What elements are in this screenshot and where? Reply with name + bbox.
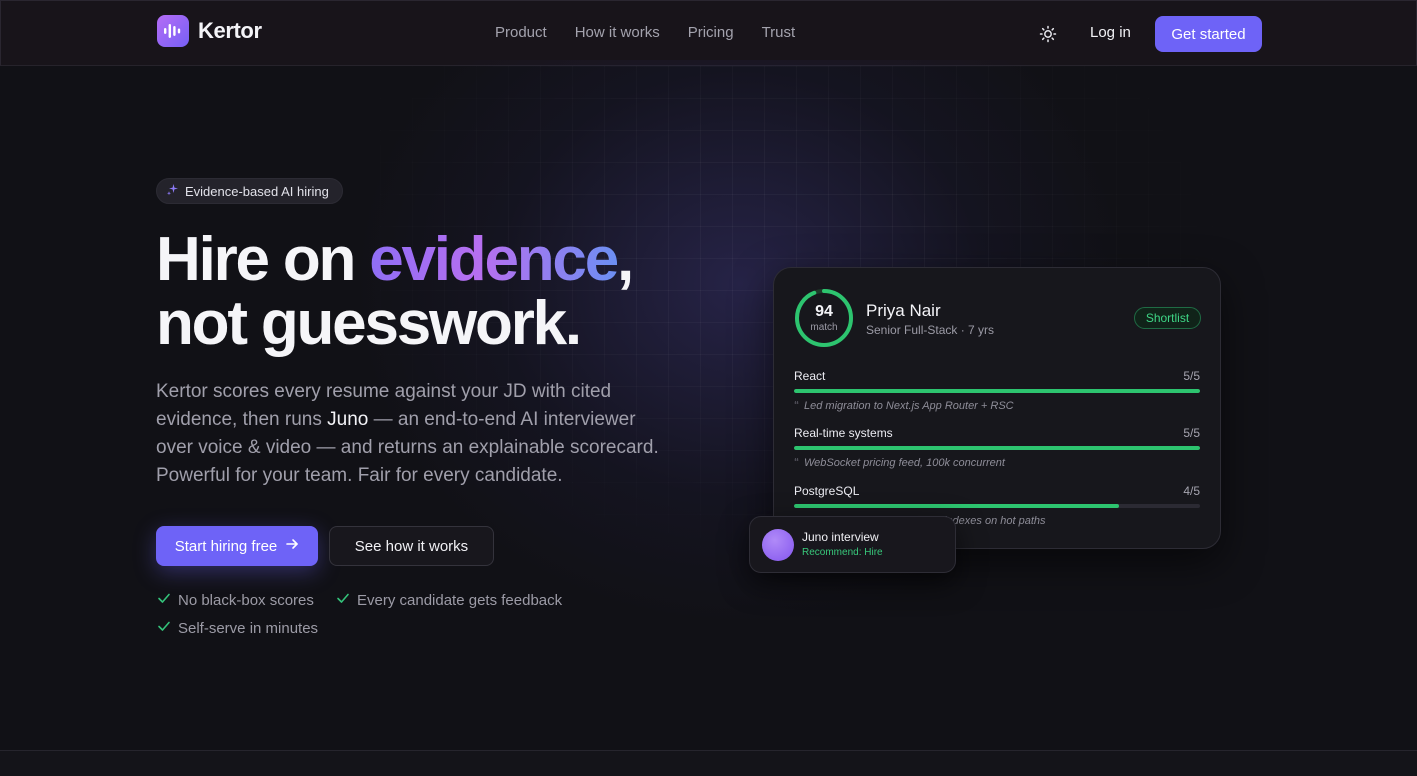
match-label: match — [810, 322, 838, 333]
top-nav: Kertor Product How it works Pricing Trus… — [0, 0, 1417, 66]
nav-link-how-it-works[interactable]: How it works — [575, 23, 660, 43]
feature-check-label: No black-box scores — [178, 591, 314, 609]
skill-bar — [794, 504, 1200, 508]
hero-description: Kertor scores every resume against your … — [156, 378, 676, 490]
main-nav: Product How it works Pricing Trust — [495, 23, 795, 43]
see-how-it-works-button[interactable]: See how it works — [329, 526, 494, 566]
nav-link-product[interactable]: Product — [495, 23, 547, 43]
headline-highlight: evidence — [369, 225, 619, 294]
skill-row: Real-time systems 5/5 “ WebSocket pricin… — [794, 425, 1200, 470]
audio-bars-icon — [157, 15, 189, 47]
feature-check: Every candidate gets feedback — [336, 591, 562, 609]
sparkle-icon — [166, 183, 179, 199]
skill-score: 5/5 — [1183, 369, 1200, 383]
check-icon — [157, 619, 171, 637]
hero-badge-label: Evidence-based AI hiring — [185, 183, 329, 199]
start-hiring-button[interactable]: Start hiring free — [156, 526, 318, 566]
skill-name: React — [794, 369, 826, 383]
brand-logo[interactable]: Kertor — [157, 15, 262, 47]
nav-link-trust[interactable]: Trust — [762, 23, 796, 43]
avatar — [762, 529, 794, 561]
arrow-right-icon — [285, 537, 299, 555]
feature-check: Self-serve in minutes — [157, 619, 318, 637]
sun-icon[interactable] — [1037, 23, 1059, 45]
skill-evidence: “ WebSocket pricing feed, 100k concurren… — [794, 456, 1200, 470]
candidate-role: Senior Full-Stack · 7 yrs — [866, 323, 995, 337]
skill-name: PostgreSQL — [794, 484, 860, 498]
check-icon — [336, 591, 350, 609]
headline-line2: not guesswork. — [156, 289, 582, 358]
feature-check-label: Every candidate gets feedback — [357, 591, 563, 609]
skill-name: Real-time systems — [794, 426, 893, 440]
login-link[interactable]: Log in — [1090, 23, 1131, 43]
skill-bar — [794, 389, 1200, 393]
landing-page: Kertor Product How it works Pricing Trus… — [0, 0, 1417, 776]
candidate-name: Priya Nair — [866, 301, 941, 320]
candidate-scorecard: 94 match Priya Nair Senior Full-Stack · … — [773, 267, 1221, 549]
evidence-text: WebSocket pricing feed, 100k concurrent — [804, 457, 1005, 469]
check-icon — [157, 591, 171, 609]
lede-juno: Juno — [327, 409, 369, 430]
skill-bar-fill — [794, 504, 1119, 508]
evidence-text: Led migration to Next.js App Router + RS… — [804, 400, 1014, 412]
status-badge[interactable]: Shortlist — [1134, 307, 1201, 329]
skill-evidence: “ Led migration to Next.js App Router + … — [794, 399, 1200, 413]
hero-badge: Evidence-based AI hiring — [156, 178, 343, 204]
headline-part1: Hire on — [156, 225, 370, 294]
skill-bar — [794, 446, 1200, 450]
juno-interview-card[interactable]: Juno interview Recommend: Hire — [749, 516, 956, 573]
skill-row: React 5/5 “ Led migration to Next.js App… — [794, 368, 1200, 413]
get-started-button[interactable]: Get started — [1155, 16, 1262, 52]
juno-recommendation: Recommend: Hire — [802, 547, 883, 558]
quote-icon: “ — [794, 457, 799, 468]
match-score: 94 — [815, 303, 833, 320]
quote-icon: “ — [794, 400, 799, 411]
start-hiring-label: Start hiring free — [174, 537, 278, 555]
hero-headline: Hire on evidence, not guesswork. — [156, 225, 634, 358]
skill-bar-fill — [794, 446, 1200, 450]
skill-score: 4/5 — [1183, 484, 1200, 498]
feature-check: No black-box scores — [157, 591, 314, 609]
next-section-edge — [0, 750, 1417, 776]
skill-bar-fill — [794, 389, 1200, 393]
nav-link-pricing[interactable]: Pricing — [688, 23, 734, 43]
evidence-text: indexes on hot paths — [944, 515, 1046, 527]
skill-score: 5/5 — [1183, 426, 1200, 440]
feature-check-label: Self-serve in minutes — [178, 619, 319, 637]
juno-title: Juno interview — [802, 530, 879, 544]
brand-name: Kertor — [198, 18, 262, 43]
headline-part2: , — [617, 225, 634, 294]
